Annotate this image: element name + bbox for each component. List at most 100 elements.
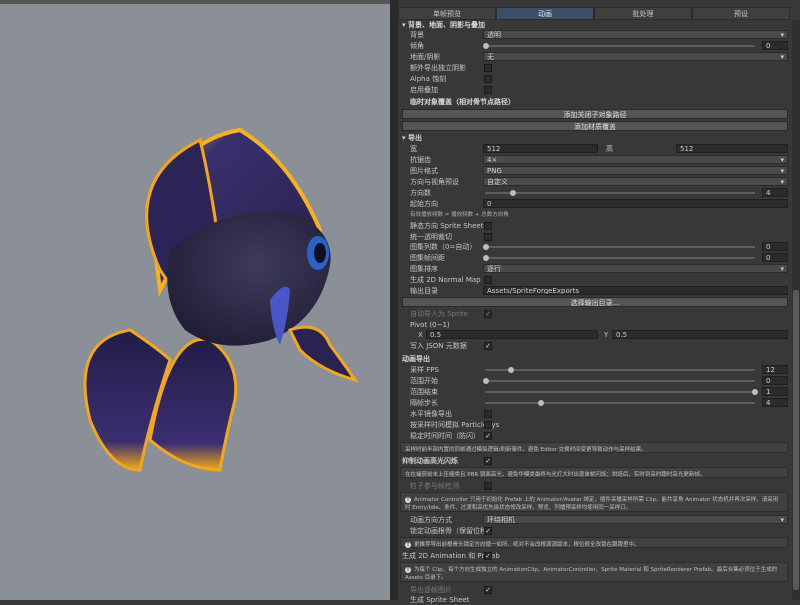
mirror-checkbox[interactable] — [484, 410, 492, 418]
lock-light-label: 抑制动画高光闪烁 — [402, 457, 458, 465]
range-end-slider-knob[interactable] — [752, 389, 758, 395]
tilt-value[interactable]: 0 — [762, 41, 788, 50]
dir-hint: 有效播放频数 = 播放频数 + 总数方向角 — [410, 212, 509, 218]
tab-batch[interactable]: 批处理 — [594, 7, 692, 20]
normal-map-checkbox[interactable] — [484, 276, 492, 284]
fps-value[interactable]: 12 — [762, 365, 788, 374]
aa-dropdown[interactable]: 4× — [483, 155, 788, 165]
atlas-cols-slider-track[interactable] — [485, 246, 755, 248]
gen-anim-checkbox[interactable]: ✓ — [484, 552, 492, 560]
width-field[interactable]: 512 — [483, 144, 598, 153]
tilt-slider-knob[interactable] — [483, 43, 489, 49]
lock-light-info: 在在捕获前未上压缩类且 PBR 镜面高光，避免华模类最终与光灯大时出现单帧闪烁；… — [400, 467, 788, 478]
atlas-pad-slider-track[interactable] — [485, 257, 755, 259]
atlas-pad-value[interactable]: 0 — [762, 253, 788, 262]
gen-anim-info-text: 为每个 Clip、每个方向生成独立的 AnimationClip、Animato… — [405, 567, 778, 581]
range-end-label: 范围结束 — [410, 388, 438, 396]
export-section-header[interactable]: ▾ 导出 — [402, 133, 422, 144]
output-dir-label: 输出目录 — [410, 287, 438, 295]
particle-sim-checkbox[interactable] — [484, 421, 492, 429]
add-material-button[interactable]: 添加材质覆盖 — [402, 121, 788, 131]
start-dir-field[interactable]: 0 — [483, 199, 788, 208]
pivot-label: Pivot (0~1) — [410, 321, 450, 329]
aa-label: 抗锯齿 — [410, 156, 431, 164]
auto-import-label: 自动导入为 Sprite — [410, 310, 468, 318]
particle-bind-checkbox[interactable] — [484, 482, 492, 490]
range-start-value[interactable]: 0 — [762, 376, 788, 385]
atlas-cols-value[interactable]: 0 — [762, 242, 788, 251]
overlay-label: 启用叠加 — [410, 86, 438, 94]
dir-count-value[interactable]: 4 — [762, 188, 788, 197]
uniform-crop-checkbox[interactable] — [484, 233, 492, 241]
auto-import-checkbox[interactable]: ✓ — [484, 310, 492, 318]
atlas-cols-label: 图集列数（0=自动） — [410, 243, 477, 251]
dir-count-slider-knob[interactable] — [510, 190, 516, 196]
frame-step-slider-knob[interactable] — [538, 400, 544, 406]
export-anim-checkbox[interactable]: ✓ — [484, 586, 492, 594]
alpha-checkbox[interactable] — [484, 75, 492, 83]
atlas-pad-label: 图集帧间距 — [410, 254, 445, 262]
atlas-pad-slider-knob[interactable] — [483, 255, 489, 261]
anim-section-header: 动画导出 — [402, 355, 430, 363]
range-end-slider-track[interactable] — [485, 391, 755, 393]
json-checkbox[interactable]: ✓ — [484, 342, 492, 350]
pivot-y-field[interactable]: 0.5 — [612, 330, 788, 339]
choose-dir-button[interactable]: 选择输出目录... — [402, 297, 788, 307]
export-shadow-label: 额外导出独立阴影 — [410, 64, 466, 72]
export-shadow-checkbox[interactable] — [484, 64, 492, 72]
dir-preset-dropdown[interactable]: 自定义 — [483, 177, 788, 187]
attach-section-header: 临时对象覆盖（相对骨节点路径） — [410, 98, 515, 106]
gen-anim-info: ! 为每个 Clip、每个方向生成独立的 AnimationClip、Animat… — [400, 562, 788, 582]
tab-presets[interactable]: 预设 — [692, 7, 790, 20]
overlay-checkbox[interactable] — [484, 86, 492, 94]
lock-light-checkbox[interactable]: ✓ — [484, 457, 492, 465]
tab-animation[interactable]: 动画 — [496, 7, 594, 20]
atlas-order-label: 图集排序 — [410, 265, 438, 273]
root-motion-checkbox[interactable]: ✓ — [484, 527, 492, 535]
range-start-slider-knob[interactable] — [483, 378, 489, 384]
root-motion-label: 锁定动画根骨（保留位移） — [410, 527, 494, 535]
ground-shadow-label: 地面/阴影 — [410, 53, 441, 61]
stable-time-checkbox[interactable]: ✓ — [484, 432, 492, 440]
particle-bind-label: 粒子参与帧检测 — [410, 482, 459, 490]
json-label: 写入 JSON 元数据 — [410, 342, 467, 350]
dir-mode-dropdown[interactable]: 环绕相机 — [483, 515, 788, 525]
root-motion-info-text: 更推荐导出前根骨头锁定方向循一如所，绝对不会改根源源版本，根位修全改锁在跟跟里中… — [414, 542, 640, 548]
normal-map-label: 生成 2D Normal Map — [410, 276, 481, 284]
atlas-order-dropdown[interactable]: 逐行 — [483, 264, 788, 274]
export-anim-label: 导出逐帧图片 — [410, 586, 452, 594]
frame-step-slider-track[interactable] — [485, 402, 755, 404]
controller-info: ! Animator Controller 只用于初始化 Prefab 上的 An… — [400, 492, 788, 512]
panel-scrollbar-thumb[interactable] — [793, 290, 799, 590]
atlas-cols-slider-knob[interactable] — [483, 244, 489, 250]
info-icon: ! — [405, 567, 411, 573]
tab-single-frame[interactable]: 单帧预览 — [398, 7, 496, 20]
frame-step-value[interactable]: 4 — [762, 398, 788, 407]
format-label: 图片格式 — [410, 167, 438, 175]
fps-slider-knob[interactable] — [508, 367, 514, 373]
start-dir-label: 起始方向 — [410, 200, 438, 208]
dir-count-label: 方向数 — [410, 189, 431, 197]
frame-step-label: 隔帧步长 — [410, 399, 438, 407]
fps-label: 采样 FPS — [410, 366, 439, 374]
format-dropdown[interactable]: PNG — [483, 166, 788, 176]
background-dropdown[interactable]: 透明 — [483, 30, 788, 40]
tilt-slider-track[interactable] — [485, 45, 755, 47]
ground-shadow-dropdown[interactable]: 无 — [483, 52, 788, 62]
range-end-value[interactable]: 1 — [762, 387, 788, 396]
tilt-label: 倾角 — [410, 42, 424, 50]
height-field[interactable]: 512 — [676, 144, 788, 153]
scene-viewport[interactable] — [0, 0, 390, 600]
range-start-slider-track[interactable] — [485, 380, 755, 382]
pivot-x-field[interactable]: 0.5 — [426, 330, 598, 339]
range-start-label: 范围开始 — [410, 377, 438, 385]
root-motion-info: ! 更推荐导出前根骨头锁定方向循一如所，绝对不会改根源源版本，根位修全改锁在跟跟里… — [400, 537, 788, 548]
output-dir-field[interactable]: Assets/SpriteForgeExports — [483, 286, 788, 295]
add-path-button[interactable]: 添加关闭子对象路径 — [402, 109, 788, 119]
width-label: 宽 — [410, 145, 417, 153]
panel-divider[interactable] — [390, 0, 398, 600]
mirror-label: 水平镜像导出 — [410, 410, 452, 418]
static-sheet-checkbox[interactable] — [484, 222, 492, 230]
fps-slider-track[interactable] — [485, 369, 755, 371]
dir-count-slider-track[interactable] — [485, 192, 755, 194]
